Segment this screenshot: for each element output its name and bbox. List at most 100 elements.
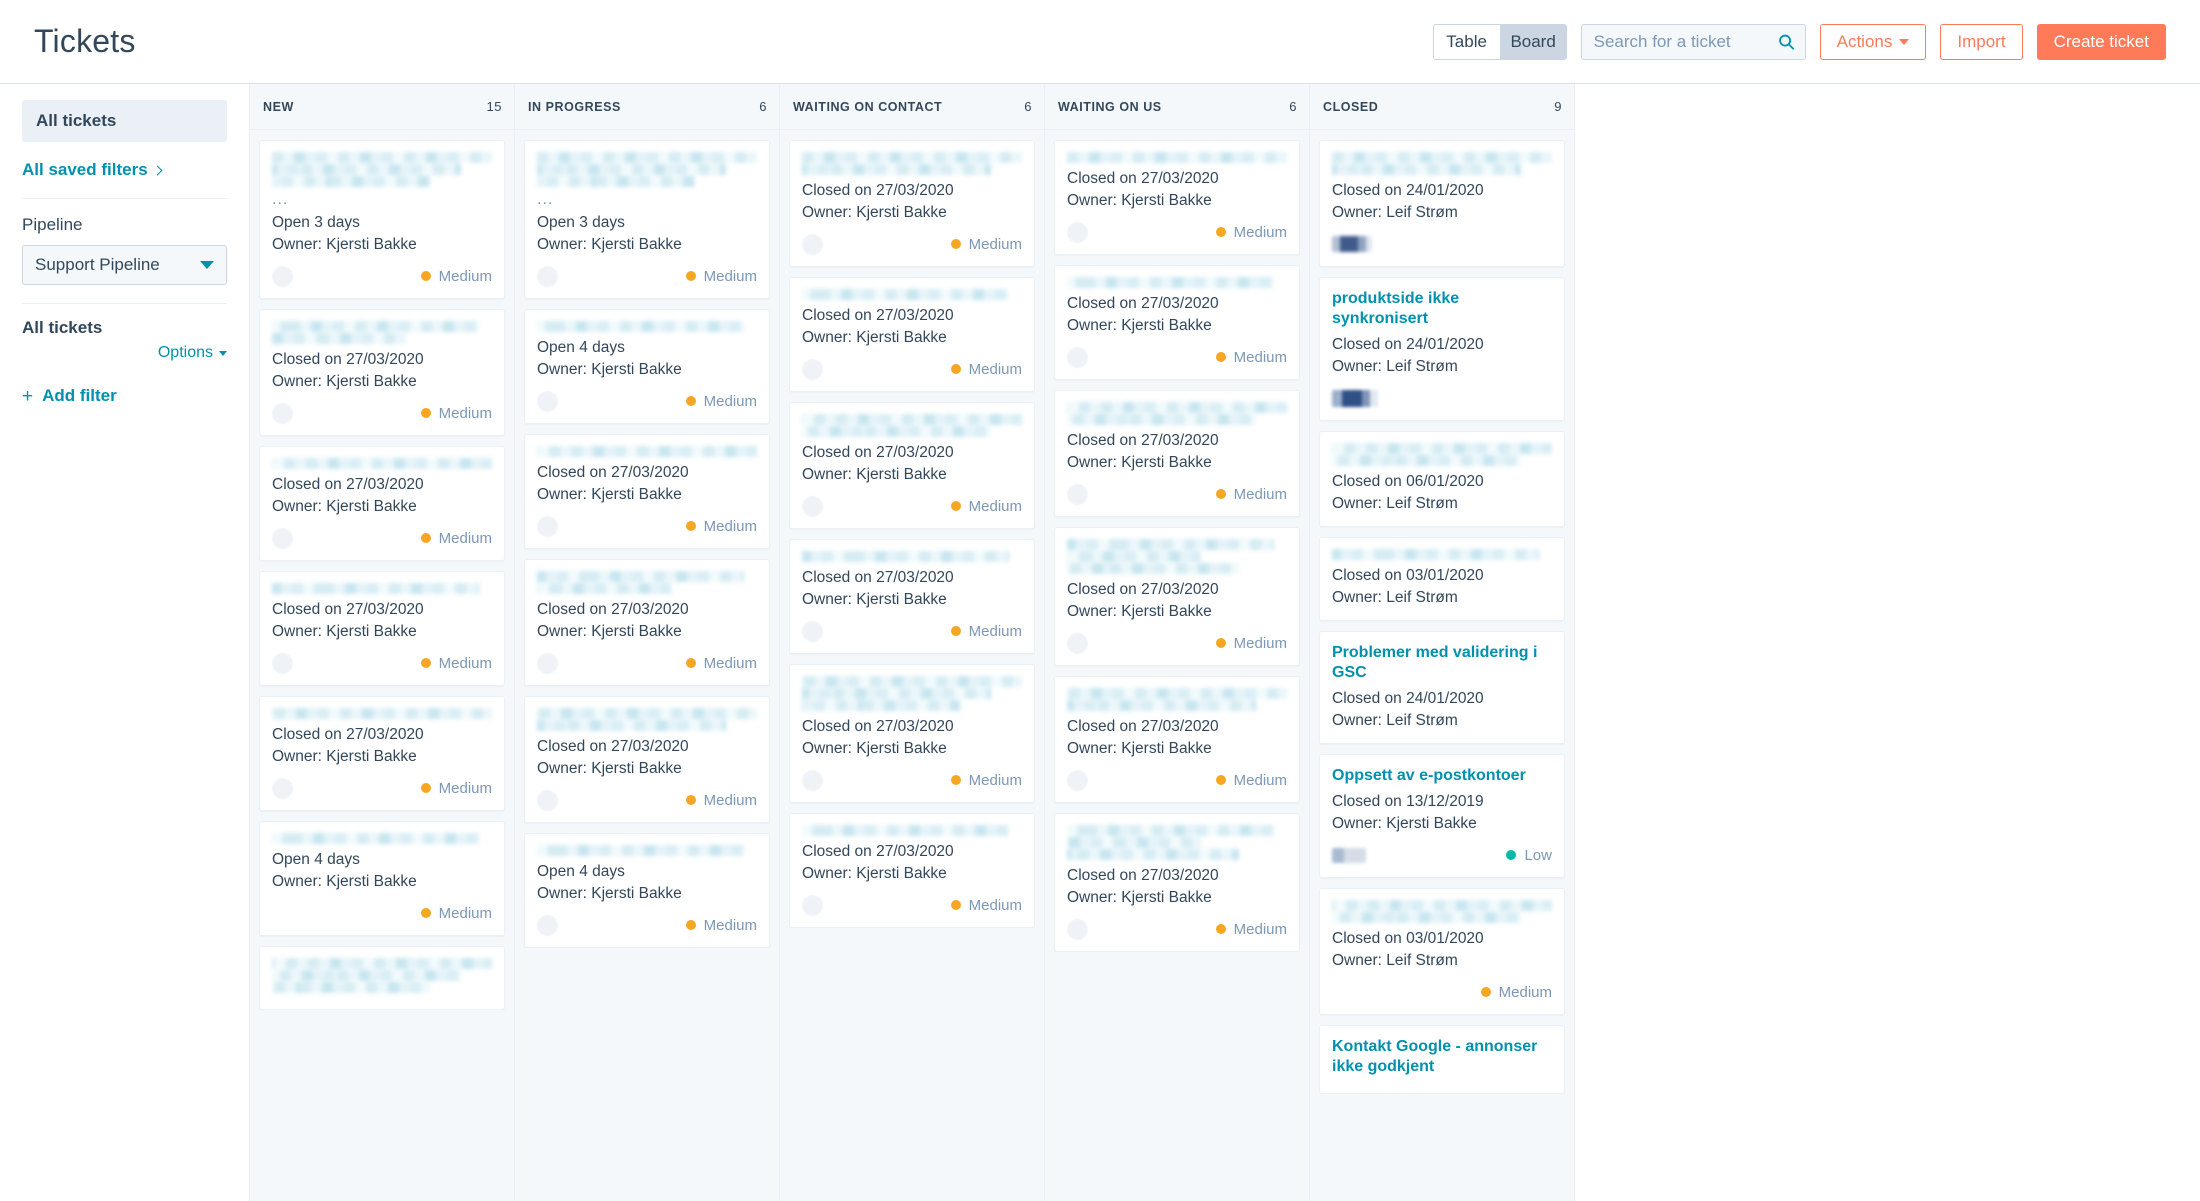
priority-badge: Medium [1215, 224, 1287, 241]
view-toggle-table[interactable]: Table [1433, 24, 1500, 59]
column-header: NEW 15 [250, 84, 514, 130]
ticket-card-status: Closed on 27/03/2020 [1067, 718, 1219, 735]
create-ticket-button[interactable]: Create ticket [2036, 23, 2166, 60]
ticket-card-status: Closed on 13/12/2019 [1332, 793, 1484, 810]
ticket-card-status: Open 4 days [272, 851, 360, 868]
priority-dot-icon [1215, 638, 1226, 648]
ticket-card[interactable]: Closed on 27/03/2020 Owner: Kjersti Bakke… [789, 140, 1035, 267]
priority-dot-icon [950, 775, 961, 785]
view-toggle-board[interactable]: Board [1499, 24, 1566, 59]
avatar [272, 402, 293, 424]
ticket-card[interactable]: Open 4 days Owner: Kjersti Bakke Medium [524, 833, 770, 948]
ticket-card-title[interactable]: Oppsett av e-postkontoer [1332, 766, 1552, 786]
ticket-card-title-redacted [537, 845, 757, 856]
ticket-card-title-redacted [272, 583, 492, 594]
ticket-card[interactable]: Closed on 03/01/2020 Owner: Leif Strøm Med… [1319, 888, 1565, 1015]
ticket-card-status: Closed on 27/03/2020 [802, 307, 954, 324]
ticket-card[interactable]: Problemer med validering i GSC Closed on … [1319, 631, 1565, 744]
view-toggle[interactable]: Table Board [1432, 23, 1567, 60]
priority-label: Medium [1233, 485, 1287, 503]
board-column: WAITING ON US 6 Closed on 27/03/2020 Owner:… [1045, 84, 1310, 1201]
priority-label: Medium [438, 904, 492, 922]
all-saved-filters-link[interactable]: All saved filters [22, 160, 227, 180]
ticket-card-status: Closed on 27/03/2020 [802, 843, 954, 860]
ticket-card[interactable]: ... Open 3 days Owner: Kjersti Bakke Medium [259, 140, 505, 299]
pipeline-select[interactable]: Support Pipeline [22, 245, 227, 285]
ticket-card-title-redacted [537, 321, 757, 332]
ticket-card[interactable]: Closed on 03/01/2020 Owner: Leif Strøm [1319, 537, 1565, 621]
priority-dot-icon [1215, 775, 1226, 785]
ticket-card[interactable]: ... Open 3 days Owner: Kjersti Bakke Medium [524, 140, 770, 299]
ticket-card-title[interactable]: produktside ikke synkronisert [1332, 289, 1552, 329]
ticket-card-status: Closed on 03/01/2020 [1332, 930, 1484, 947]
ticket-card-title[interactable]: Kontakt Google - annonser ikke godkjent [1332, 1037, 1552, 1077]
column-card-list: ... Open 3 days Owner: Kjersti Bakke Medium… [515, 130, 779, 948]
search-box[interactable] [1580, 23, 1806, 60]
options-dropdown[interactable]: Options [158, 344, 227, 362]
ticket-card[interactable]: Closed on 27/03/2020 Owner: Kjersti Bakke… [1054, 527, 1300, 666]
ticket-card-footer: Medium [1067, 769, 1287, 791]
ticket-card-status: Closed on 27/03/2020 [1067, 581, 1219, 598]
ticket-card-title[interactable]: Problemer med validering i GSC [1332, 643, 1552, 683]
ticket-card[interactable]: Closed on 27/03/2020 Owner: Kjersti Bakke… [259, 571, 505, 686]
ticket-card[interactable]: Closed on 27/03/2020 Owner: Kjersti Bakke… [1054, 676, 1300, 803]
ticket-card[interactable]: Closed on 27/03/2020 Owner: Kjersti Bakke… [789, 402, 1035, 529]
sidebar-item-all-tickets[interactable]: All tickets [22, 100, 227, 142]
ticket-card-status: Closed on 27/03/2020 [537, 601, 689, 618]
priority-badge: Medium [1215, 485, 1287, 503]
ticket-card[interactable]: Closed on 06/01/2020 Owner: Leif Strøm [1319, 431, 1565, 527]
ticket-card-status: Closed on 27/03/2020 [802, 182, 954, 199]
ticket-card[interactable] [259, 946, 505, 1010]
ticket-card-status: Closed on 27/03/2020 [1067, 432, 1219, 449]
ticket-card[interactable]: Open 4 days Owner: Kjersti Bakke Medium [259, 821, 505, 936]
ticket-card[interactable]: Closed on 27/03/2020 Owner: Kjersti Bakke… [1054, 265, 1300, 380]
ticket-card-title-redacted [1332, 443, 1552, 466]
add-filter-button[interactable]: + Add filter [22, 386, 227, 406]
ticket-card[interactable]: Closed on 27/03/2020 Owner: Kjersti Bakke… [524, 559, 770, 686]
priority-badge: Medium [950, 235, 1022, 253]
ticket-card[interactable]: Closed on 27/03/2020 Owner: Kjersti Bakke… [524, 434, 770, 549]
ticket-card[interactable]: Kontakt Google - annonser ikke godkjent [1319, 1025, 1565, 1094]
ticket-card[interactable]: Closed on 27/03/2020 Owner: Kjersti Bakke… [789, 539, 1035, 654]
column-card-list: Closed on 27/03/2020 Owner: Kjersti Bakke… [780, 130, 1044, 928]
ticket-card-title-redacted [802, 825, 1022, 836]
ticket-card-status: Closed on 27/03/2020 [1067, 295, 1219, 312]
ticket-card[interactable]: Closed on 27/03/2020 Owner: Kjersti Bakke… [789, 277, 1035, 392]
ticket-card[interactable]: Closed on 27/03/2020 Owner: Kjersti Bakke… [789, 664, 1035, 803]
ticket-card-status: Closed on 27/03/2020 [272, 476, 424, 493]
priority-label: Medium [968, 235, 1022, 253]
avatar [537, 265, 558, 287]
ticket-card-status: Closed on 27/03/2020 [1067, 170, 1219, 187]
actions-button[interactable]: Actions [1819, 23, 1927, 60]
import-button[interactable]: Import [1940, 23, 2023, 60]
column-name: WAITING ON US [1058, 99, 1162, 114]
priority-dot-icon [950, 501, 961, 511]
search-input[interactable] [1581, 24, 1805, 59]
ticket-card-footer: Medium [802, 620, 1022, 642]
ticket-card-owner: Owner: Leif Strøm [1332, 589, 1458, 606]
ticket-card[interactable]: Closed on 27/03/2020 Owner: Kjersti Bakke… [1054, 390, 1300, 517]
ticket-card[interactable]: Closed on 27/03/2020 Owner: Kjersti Bakke… [1054, 140, 1300, 255]
actions-button-label: Actions [1836, 31, 1893, 51]
priority-label: Medium [1498, 983, 1552, 1001]
ticket-card[interactable]: Closed on 27/03/2020 Owner: Kjersti Bakke… [789, 813, 1035, 928]
priority-dot-icon [685, 658, 696, 668]
ticket-card[interactable]: produktside ikke synkronisert Closed on 2… [1319, 277, 1565, 421]
priority-dot-icon [420, 533, 431, 543]
ticket-card[interactable]: Closed on 24/01/2020 Owner: Leif Strøm [1319, 140, 1565, 267]
priority-badge: Medium [950, 772, 1022, 789]
ticket-card[interactable]: Open 4 days Owner: Kjersti Bakke Medium [524, 309, 770, 424]
ticket-card[interactable]: Closed on 27/03/2020 Owner: Kjersti Bakke… [1054, 813, 1300, 952]
ticket-card-owner: Owner: Leif Strøm [1332, 952, 1458, 969]
ticket-card-owner: Owner: Kjersti Bakke [272, 236, 417, 253]
ticket-card[interactable]: Closed on 27/03/2020 Owner: Kjersti Bakke… [259, 696, 505, 811]
ticket-card[interactable]: Closed on 27/03/2020 Owner: Kjersti Bakke… [259, 309, 505, 436]
ticket-card-status: Closed on 27/03/2020 [802, 444, 954, 461]
ticket-card-title-redacted [272, 321, 492, 344]
ticket-card[interactable]: Closed on 27/03/2020 Owner: Kjersti Bakke… [524, 696, 770, 823]
ticket-card[interactable]: Closed on 27/03/2020 Owner: Kjersti Bakke… [259, 446, 505, 561]
board-column: WAITING ON CONTACT 6 Closed on 27/03/2020 O… [780, 84, 1045, 1201]
avatar [537, 789, 558, 811]
ticket-card[interactable]: Oppsett av e-postkontoer Closed on 13/12/… [1319, 754, 1565, 878]
priority-dot-icon [420, 783, 431, 793]
